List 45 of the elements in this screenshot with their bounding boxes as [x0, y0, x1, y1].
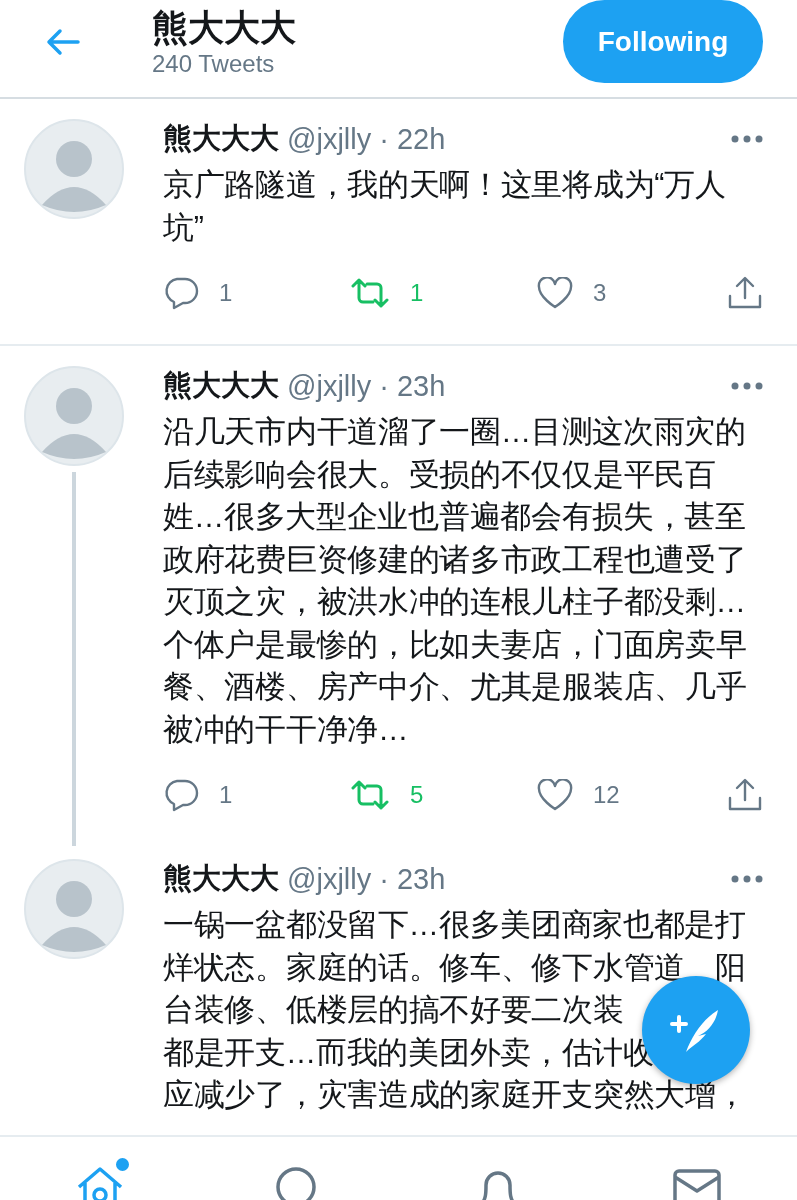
tweet-time: · 22h [379, 122, 447, 156]
tweet-text-line: 后续影响会很大。受损的不仅仅是平民百 [163, 457, 716, 490]
reply-count: 1 [219, 781, 233, 809]
more-icon[interactable] [731, 875, 763, 883]
more-icon[interactable] [731, 135, 763, 143]
notification-dot [113, 1156, 131, 1173]
like-count: 3 [593, 279, 607, 307]
share-icon[interactable] [727, 276, 763, 310]
author-name[interactable]: 熊大大大 [163, 119, 279, 159]
reply-icon[interactable] [163, 778, 199, 812]
tweet-text-line: 阳 [714, 950, 746, 983]
tweet-time: · 23h [379, 369, 447, 403]
tweet-text-line: 个体户是最惨的，比如夫妻店，门面房卖早 [163, 627, 747, 660]
back-icon[interactable] [46, 27, 80, 56]
retweet-count: 1 [410, 279, 424, 307]
tweet-text-line: 姓…很多大型企业也普遍都会有损失，甚至 [163, 500, 746, 533]
author-handle[interactable]: @jxjlly [287, 369, 372, 403]
author-handle[interactable]: @jxjlly [287, 122, 372, 156]
heart-icon[interactable] [537, 779, 573, 811]
retweet-count: 5 [410, 781, 424, 809]
more-icon[interactable] [731, 382, 763, 390]
tweet-text-line: 被冲的干干净净… [163, 712, 409, 745]
tweet-text-line: 京广路隧道，我的天啊！这里将成为“万人 [163, 168, 726, 201]
tweet-text-line: 沿几天市内干道溜了一圈…目测这次雨灾的 [163, 415, 746, 448]
author-handle[interactable]: @jxjlly [287, 862, 372, 896]
author-name[interactable]: 熊大大大 [163, 366, 279, 406]
retweet-icon[interactable] [350, 780, 390, 810]
reply-icon[interactable] [163, 276, 199, 310]
retweet-icon[interactable] [350, 278, 390, 308]
tweet-time: · 23h [379, 862, 447, 896]
tweet-text-line: 一锅一盆都没留下…很多美团商家也都是打 [163, 908, 746, 941]
tweet-text-line: 灭顶之灾，被洪水冲的连根儿柱子都没剩… [163, 585, 746, 618]
tweet-text-line: 坑” [163, 210, 204, 243]
tweet-text-line: 餐、酒楼、房产中介、尤其是服装店、几乎 [163, 670, 747, 703]
share-icon[interactable] [727, 778, 763, 812]
like-count: 12 [593, 781, 620, 809]
tweet-text-line: 台装修、低楼层的搞不好要二次装 [163, 993, 624, 1026]
reply-count: 1 [219, 279, 233, 307]
profile-name: 熊大大大 [152, 5, 297, 50]
following-button[interactable]: Following [563, 0, 763, 83]
tweet-text-line: 烊状态。家庭的话。修车、修下水管道 [163, 950, 685, 983]
tweet-text-line: 政府花费巨资修建的诸多市政工程也遭受了 [163, 542, 747, 575]
heart-icon[interactable] [537, 277, 573, 309]
author-name[interactable]: 熊大大大 [163, 859, 279, 899]
tweet-count: 240 Tweets [152, 49, 276, 78]
